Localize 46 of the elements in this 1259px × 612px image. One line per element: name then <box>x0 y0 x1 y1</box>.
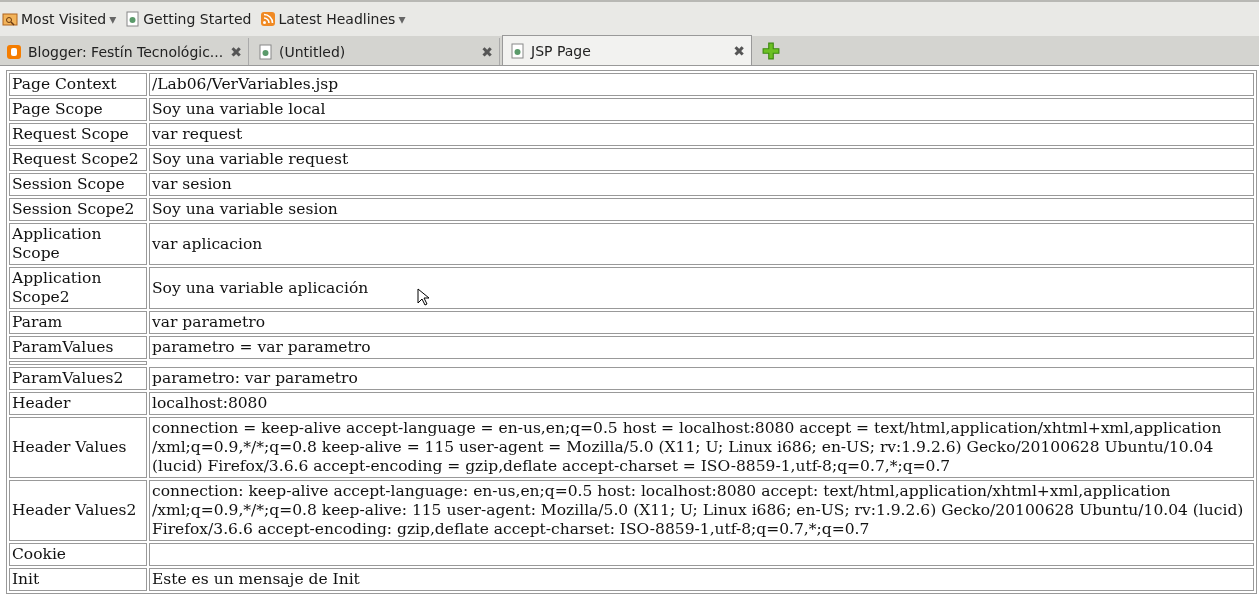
table-cell: /Lab06/VerVariables.jsp <box>149 73 1254 96</box>
table-cell: localhost:8080 <box>149 392 1254 415</box>
table-cell: Soy una variable aplicación <box>149 267 1254 309</box>
page-icon <box>509 42 525 59</box>
table-cell: Este es un mensaje de Init <box>149 568 1254 591</box>
table-cell: var aplicacion <box>149 223 1254 265</box>
close-button[interactable]: ✖ <box>230 43 242 60</box>
table-cell: Page Context <box>9 73 147 96</box>
table-cell: Application Scope2 <box>9 267 147 309</box>
close-button[interactable]: ✖ <box>733 42 745 59</box>
close-button[interactable]: ✖ <box>481 43 493 60</box>
table-cell: parametro: var parametro <box>149 367 1254 390</box>
table-cell: Header <box>9 392 147 415</box>
table-cell: Soy una variable local <box>149 98 1254 121</box>
page-icon <box>257 43 273 60</box>
rss-icon <box>259 11 276 27</box>
bookmark-item[interactable]: Latest Headlines ▾ <box>259 11 406 27</box>
table-cell: parametro = var parametro <box>149 336 1254 359</box>
blogger-icon <box>6 43 22 60</box>
page-icon <box>124 11 141 27</box>
table-cell: Application Scope <box>9 223 147 265</box>
table-cell: Request Scope <box>9 123 147 146</box>
new-tab-button[interactable] <box>762 42 780 60</box>
table-cell: Soy una variable sesion <box>149 198 1254 221</box>
table-cell: Param <box>9 311 147 334</box>
table-cell: connection = keep-alive accept-language = en-us,en;q=0.5 host = localhost:8080 accept = text/html,application/xhtml+xml,application /xml;q=0.9,*/*;q=0.8 keep-alive = 115 user-agent = Mozilla/5.0 (X11; U; Linux i686; en-US; rv:1.9.2.6) Gecko/20100628 Ubuntu/10.04 (lucid) Firefox/3.6.6 accept-encoding = gzip,deflate accept-charset = ISO-8859-1,utf-8;q=0.7,*;q=0.7 <box>149 417 1254 478</box>
table-cell: var parametro <box>149 311 1254 334</box>
table-cell: Soy una variable request <box>149 148 1254 171</box>
table-cell: Header Values <box>9 417 147 478</box>
folder-icon <box>2 11 18 27</box>
table-cell: ParamValues2 <box>9 367 147 390</box>
table-cell: Session Scope2 <box>9 198 147 221</box>
table-cell: Page Scope <box>9 98 147 121</box>
table-cell: ParamValues <box>9 336 147 359</box>
table-cell: Header Values2 <box>9 480 147 541</box>
table-cell: Request Scope2 <box>9 148 147 171</box>
bookmark-item[interactable]: Getting Started <box>124 11 252 27</box>
bookmark-item[interactable]: Most Visited ▾ <box>2 11 117 27</box>
table-cell: Cookie <box>9 543 147 566</box>
cursor-icon <box>417 288 429 306</box>
table-cell: Session Scope <box>9 173 147 196</box>
table-cell: var request <box>149 123 1254 146</box>
browser-tab[interactable]: JSP Page ✖ <box>502 35 752 65</box>
table-cell: connection: keep-alive accept-language: en-us,en;q=0.5 host: localhost:8080 accept: text/html,application/xhtml+xml,application /xml;q=0.9,*/*;q=0.8 keep-alive: 115 user-agent: Mozilla/5.0 (X11; U; Linux i686; en-US; rv:1.9.2.6) Gecko/20100628 Ubuntu/10.04 (lucid) Firefox/3.6.6 accept-encoding: gzip,deflate accept-charset: ISO-8859-1,utf-8;q=0.7,*;q=0.7 <box>149 480 1254 541</box>
table-cell: var sesion <box>149 173 1254 196</box>
table-cell: Init <box>9 568 147 591</box>
